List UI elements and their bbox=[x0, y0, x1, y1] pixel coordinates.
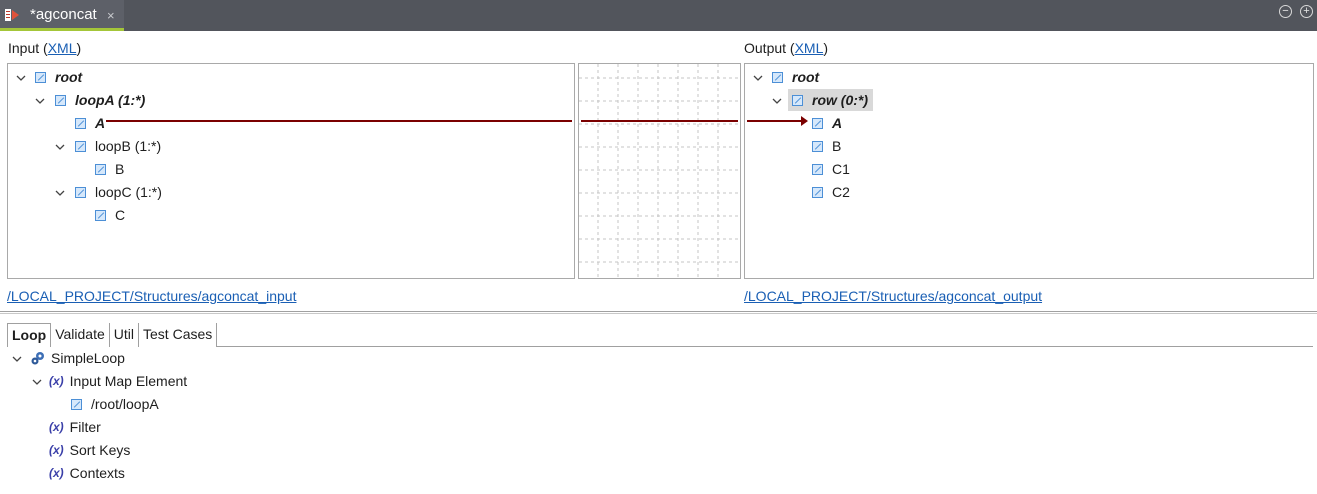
bottom-tab-bar: Loop Validate Util Test Cases bbox=[7, 323, 218, 347]
tab-divider bbox=[217, 346, 1313, 347]
tab-test-cases[interactable]: Test Cases bbox=[139, 323, 218, 347]
loop-node-simpleloop[interactable]: SimpleLoop bbox=[30, 347, 125, 369]
loop-node-filter[interactable]: (x) Filter bbox=[49, 416, 101, 438]
tab-validate[interactable]: Validate bbox=[51, 323, 110, 347]
loop-node-input-map-element[interactable]: (x) Input Map Element bbox=[49, 370, 187, 392]
chevron-down-icon[interactable] bbox=[31, 376, 43, 388]
variable-icon: (x) bbox=[49, 443, 64, 457]
chevron-down-icon[interactable] bbox=[11, 353, 23, 365]
panel-splitter[interactable] bbox=[0, 311, 1317, 314]
variable-icon: (x) bbox=[49, 420, 64, 434]
loop-icon bbox=[31, 352, 44, 365]
output-structure-link[interactable]: /LOCAL_PROJECT/Structures/agconcat_outpu… bbox=[744, 288, 1042, 304]
element-icon bbox=[71, 398, 82, 410]
variable-icon: (x) bbox=[49, 374, 64, 388]
loop-node-sort-keys[interactable]: (x) Sort Keys bbox=[49, 439, 130, 461]
tab-loop[interactable]: Loop bbox=[7, 323, 52, 347]
variable-icon: (x) bbox=[49, 466, 64, 480]
mapping-connection[interactable] bbox=[0, 0, 1317, 494]
loop-node-root-loopa[interactable]: /root/loopA bbox=[71, 393, 159, 415]
tab-util[interactable]: Util bbox=[110, 323, 140, 347]
arrow-head-icon bbox=[801, 116, 808, 126]
loop-node-contexts[interactable]: (x) Contexts bbox=[49, 462, 125, 484]
input-structure-link[interactable]: /LOCAL_PROJECT/Structures/agconcat_input bbox=[7, 288, 296, 304]
